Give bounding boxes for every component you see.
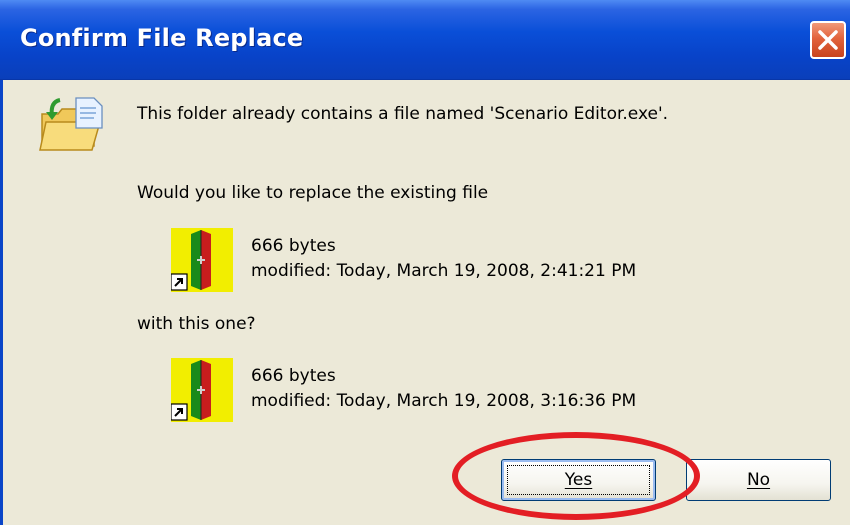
no-button-label: No <box>746 470 771 490</box>
dialog-title: Confirm File Replace <box>20 24 304 52</box>
existing-file-modified: modified: Today, March 19, 2008, 2:41:21… <box>251 261 637 281</box>
yes-button[interactable]: Yes <box>501 459 656 501</box>
existing-file-size: 666 bytes <box>251 236 336 256</box>
scenario-editor-shortcut-icon <box>171 228 233 292</box>
folder-replace-icon <box>39 97 103 151</box>
message-file-exists: This folder already contains a file name… <box>137 104 669 124</box>
confirm-file-replace-dialog: Confirm File Replace This folder already… <box>0 0 850 525</box>
message-with-this-one: with this one? <box>137 314 256 334</box>
title-bar[interactable]: Confirm File Replace <box>0 0 850 80</box>
message-replace-question: Would you like to replace the existing f… <box>137 183 489 203</box>
scenario-editor-shortcut-icon <box>171 358 233 422</box>
no-button[interactable]: No <box>686 459 831 501</box>
close-icon <box>818 30 838 50</box>
close-button[interactable] <box>810 21 846 59</box>
new-file-size: 666 bytes <box>251 366 336 386</box>
new-file-modified: modified: Today, March 19, 2008, 3:16:36… <box>251 391 637 411</box>
focus-rectangle <box>507 465 650 495</box>
